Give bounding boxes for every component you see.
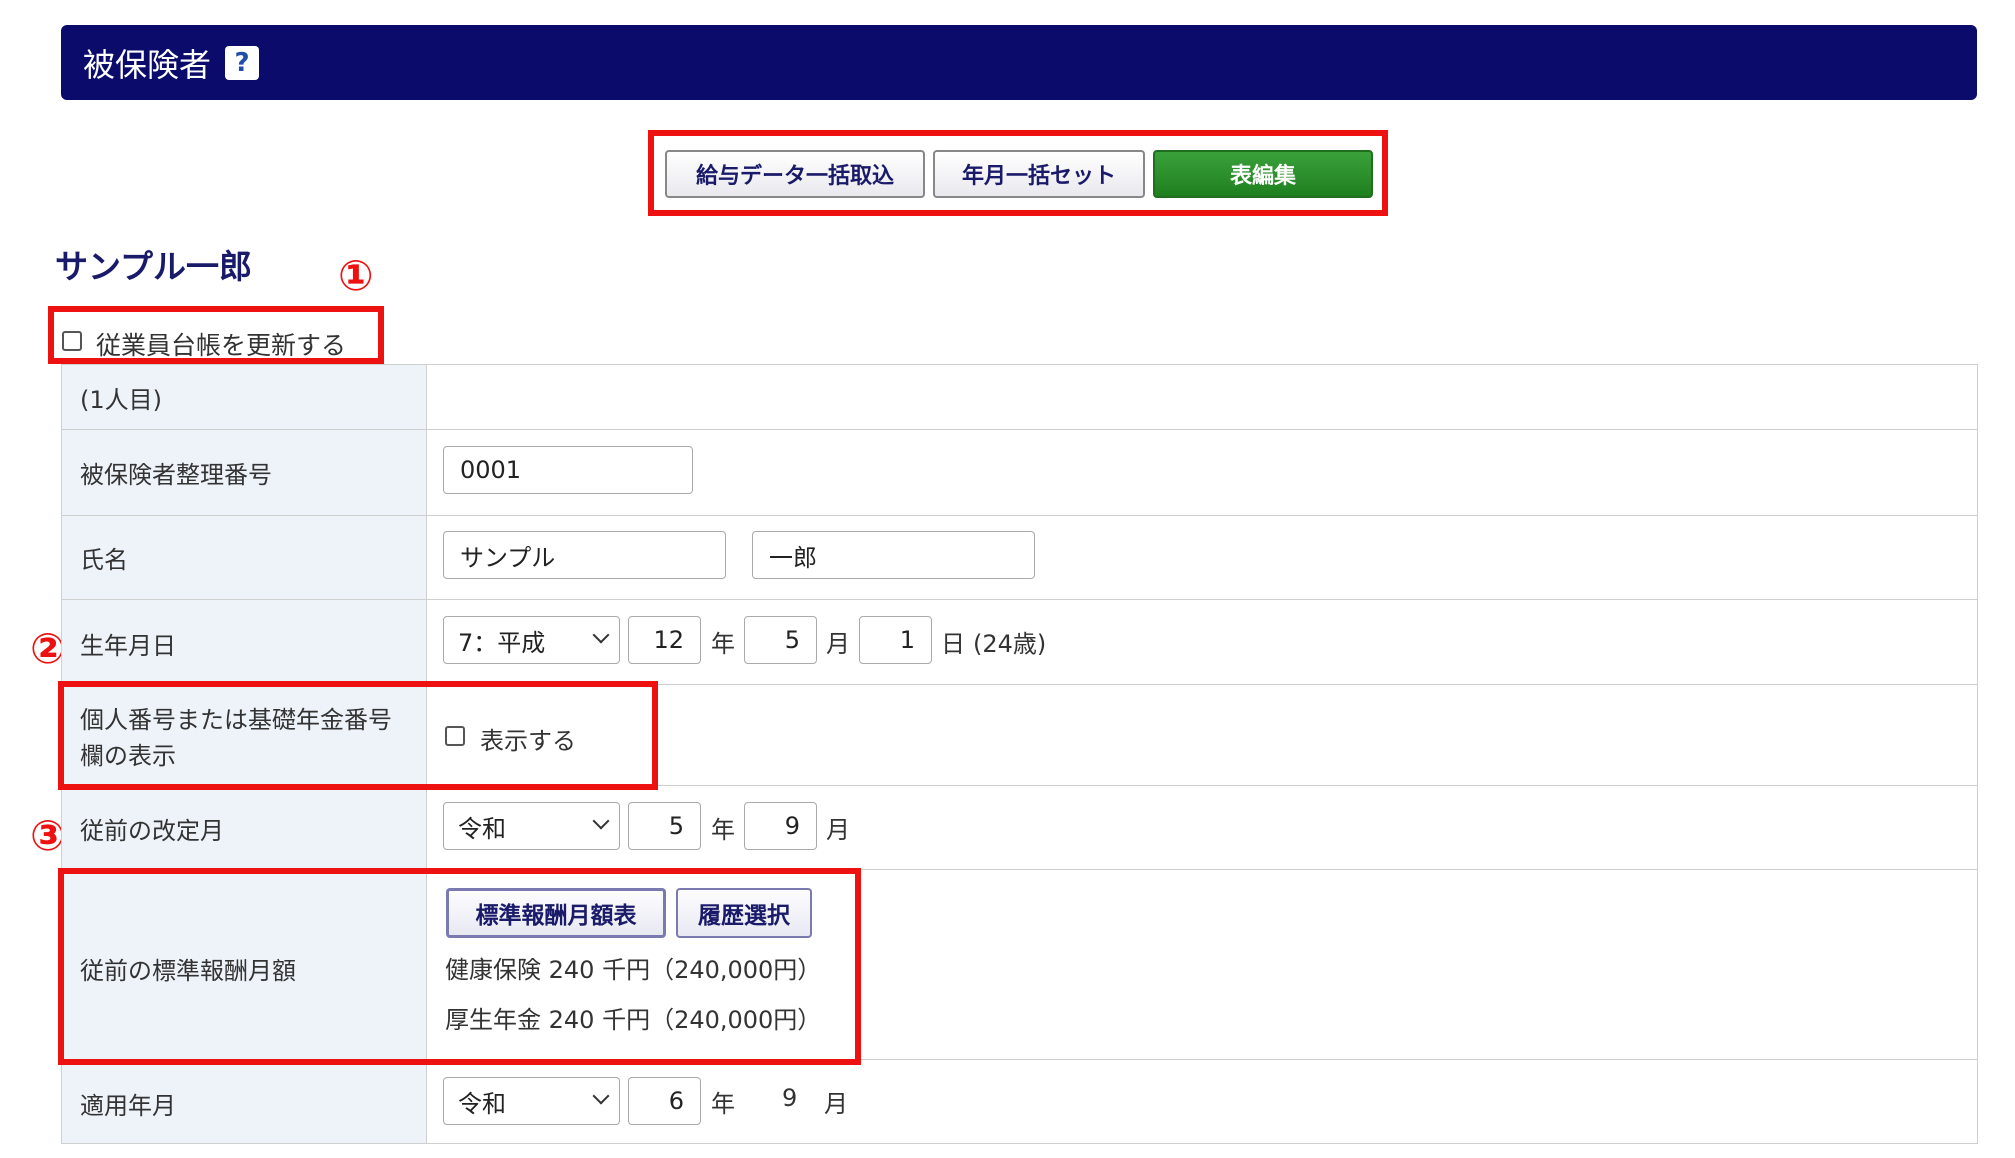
prev-revision-era-select[interactable]: 令和 xyxy=(443,802,620,850)
section-header: 被保険者 ? xyxy=(61,25,1977,100)
row-divider xyxy=(61,684,1978,685)
last-name-input[interactable]: サンプル xyxy=(443,531,726,579)
applicable-era-value: 令和 xyxy=(458,1089,506,1118)
row-divider xyxy=(61,599,1978,600)
set-yearmonth-button[interactable]: 年月一括セット xyxy=(933,150,1145,198)
row-divider xyxy=(61,1143,1978,1144)
applicable-era-select[interactable]: 令和 xyxy=(443,1077,620,1125)
chevron-down-icon xyxy=(592,812,610,830)
pension-amount: 厚生年金 240 千円（240,000円） xyxy=(445,1006,822,1034)
birth-date-label: 生年月日 xyxy=(80,632,176,660)
row-divider xyxy=(61,364,1978,365)
person-index-label: (1人目) xyxy=(80,386,162,414)
chevron-down-icon xyxy=(592,1087,610,1105)
prev-revision-year-input[interactable]: 5 xyxy=(628,802,701,850)
birth-month-unit: 月 xyxy=(826,630,850,658)
row-divider xyxy=(61,515,1978,516)
row-divider xyxy=(61,429,1978,430)
chevron-down-icon xyxy=(592,626,610,644)
grid-border-left xyxy=(61,364,62,1144)
prev-revision-year-unit: 年 xyxy=(711,816,735,844)
update-ledger-checkbox[interactable] xyxy=(62,331,82,351)
age-display: (24歳) xyxy=(973,630,1047,658)
applicable-month-unit: 月 xyxy=(824,1090,848,1118)
mynumber-display-label: 表示する xyxy=(480,727,576,755)
birth-era-select[interactable]: 7：平成 xyxy=(443,616,620,664)
help-icon[interactable]: ? xyxy=(225,45,260,80)
bulk-import-button[interactable]: 給与データ一括取込 xyxy=(665,150,925,198)
mynumber-display-checkbox[interactable] xyxy=(445,726,465,746)
applicable-label: 適用年月 xyxy=(80,1092,176,1120)
birth-era-value: 7：平成 xyxy=(458,628,546,657)
first-name-input[interactable]: 一郎 xyxy=(752,531,1035,579)
mynumber-label-line1: 個人番号または基礎年金番号 xyxy=(80,706,392,734)
marker-1: ① xyxy=(338,251,374,300)
table-edit-button[interactable]: 表編集 xyxy=(1153,150,1373,198)
prev-standard-label: 従前の標準報酬月額 xyxy=(80,957,296,985)
birth-year-input[interactable]: 12 xyxy=(628,616,701,664)
row-divider xyxy=(61,785,1978,786)
birth-day-unit: 日 xyxy=(941,630,965,658)
row-divider xyxy=(61,869,1978,870)
section-title: 被保険者 xyxy=(83,45,212,84)
insured-number-label: 被保険者整理番号 xyxy=(80,461,272,489)
insured-number-input[interactable]: 0001 xyxy=(443,446,693,494)
prev-revision-era-value: 令和 xyxy=(458,814,506,843)
birth-year-unit: 年 xyxy=(711,630,735,658)
birth-month-input[interactable]: 5 xyxy=(744,616,817,664)
update-ledger-label: 従業員台帳を更新する xyxy=(96,331,347,360)
applicable-year-unit: 年 xyxy=(711,1090,735,1118)
applicable-month-value: 9 xyxy=(782,1084,798,1112)
mynumber-label-line2: 欄の表示 xyxy=(80,742,176,770)
prev-revision-month-input[interactable]: 9 xyxy=(744,802,817,850)
standard-table-button[interactable]: 標準報酬月額表 xyxy=(446,888,666,938)
grid-column-divider xyxy=(426,364,427,1144)
history-select-button[interactable]: 履歴選択 xyxy=(676,888,812,938)
name-label: 氏名 xyxy=(80,546,128,574)
prev-revision-label: 従前の改定月 xyxy=(80,817,224,845)
health-insurance-amount: 健康保険 240 千円（240,000円） xyxy=(445,956,822,984)
birth-day-input[interactable]: 1 xyxy=(859,616,932,664)
prev-revision-month-unit: 月 xyxy=(826,816,850,844)
row-divider xyxy=(61,1059,1978,1060)
employee-name: サンプル一郎 xyxy=(55,247,253,286)
grid-border-right xyxy=(1977,364,1978,1144)
applicable-year-input[interactable]: 6 xyxy=(628,1077,701,1125)
